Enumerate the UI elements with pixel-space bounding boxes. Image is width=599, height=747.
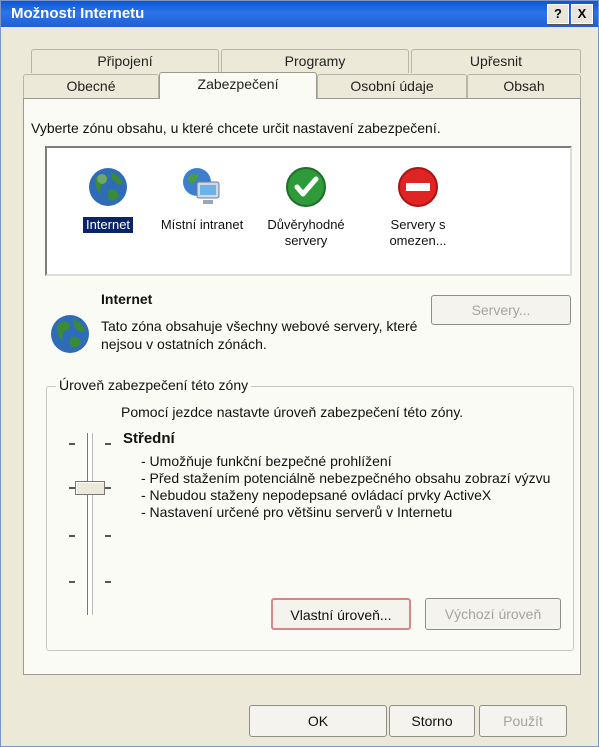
slider-tick xyxy=(69,535,75,537)
tab-zabezpeceni[interactable]: Zabezpečení xyxy=(159,72,317,99)
title-bar[interactable]: Možnosti Internetu ? X xyxy=(1,1,598,27)
zone-info-description: Tato zóna obsahuje všechny webové server… xyxy=(101,318,418,352)
tab-obsah[interactable]: Obsah xyxy=(467,74,581,98)
slider-tick xyxy=(69,443,75,445)
close-button[interactable]: X xyxy=(571,4,593,24)
security-slider-track[interactable] xyxy=(87,433,93,615)
globe-icon xyxy=(89,168,127,206)
tab-programy[interactable]: Programy xyxy=(221,49,409,73)
default-level-button[interactable]: Výchozí úroveň xyxy=(425,598,561,630)
slider-tick xyxy=(105,443,111,445)
zone-restricted-sites[interactable]: Servery s omezen... xyxy=(373,166,463,249)
globe-icon xyxy=(51,315,89,353)
security-level-help: Pomocí jezdce nastavte úroveň zabezpečen… xyxy=(121,404,464,420)
zone-prompt: Vyberte zónu obsahu, u které chcete urči… xyxy=(31,120,441,136)
internet-options-window: Možnosti Internetu ? X Připojení Program… xyxy=(0,0,599,747)
apply-button[interactable]: Použít xyxy=(479,705,567,737)
zone-local-intranet[interactable]: Místní intranet xyxy=(157,166,247,233)
cancel-button[interactable]: Storno xyxy=(389,705,475,737)
zone-internet[interactable]: Internet xyxy=(63,166,153,233)
tab-pripojeni[interactable]: Připojení xyxy=(31,49,219,73)
zone-label: Internet xyxy=(82,217,134,233)
level-item: - Umožňuje funkční bezpečné prohlížení xyxy=(141,453,392,469)
slider-tick xyxy=(69,581,75,583)
tab-obecne[interactable]: Obecné xyxy=(23,74,159,98)
green-check-icon xyxy=(286,167,326,207)
security-level-description: - Umožňuje funkční bezpečné prohlížení -… xyxy=(141,453,561,521)
zone-label: Místní intranet xyxy=(160,217,244,232)
slider-tick xyxy=(105,535,111,537)
ok-button[interactable]: OK xyxy=(249,705,387,737)
slider-tick xyxy=(105,581,111,583)
zone-label: Důvěryhodné servery xyxy=(267,217,345,248)
custom-level-button[interactable]: Vlastní úroveň... xyxy=(271,598,411,630)
zone-list: Internet Místní intranet Důvěryhodné ser… xyxy=(45,146,572,276)
servers-button[interactable]: Servery... xyxy=(431,295,571,325)
level-item: - Před stažením potenciálně nebezpečného… xyxy=(141,470,551,486)
red-stop-icon xyxy=(398,167,438,207)
zone-trusted-sites[interactable]: Důvěryhodné servery xyxy=(261,166,351,249)
slider-tick xyxy=(105,487,111,489)
level-item: - Nastavení určené pro většinu serverů v… xyxy=(141,504,453,520)
tab-upresnit[interactable]: Upřesnit xyxy=(411,49,581,73)
help-button[interactable]: ? xyxy=(547,4,569,24)
computer-globe-icon xyxy=(183,168,220,204)
security-level-name: Střední xyxy=(123,430,175,447)
tab-osobni-udaje[interactable]: Osobní údaje xyxy=(317,74,467,98)
level-item: - Nebudou staženy nepodepsané ovládací p… xyxy=(141,487,492,503)
security-slider-thumb[interactable] xyxy=(75,481,105,495)
zone-label: Servery s omezen... xyxy=(389,217,447,248)
security-level-group-label: Úroveň zabezpečení této zóny xyxy=(56,377,252,393)
window-title: Možnosti Internetu xyxy=(11,5,145,22)
zone-info-title: Internet xyxy=(101,291,153,307)
